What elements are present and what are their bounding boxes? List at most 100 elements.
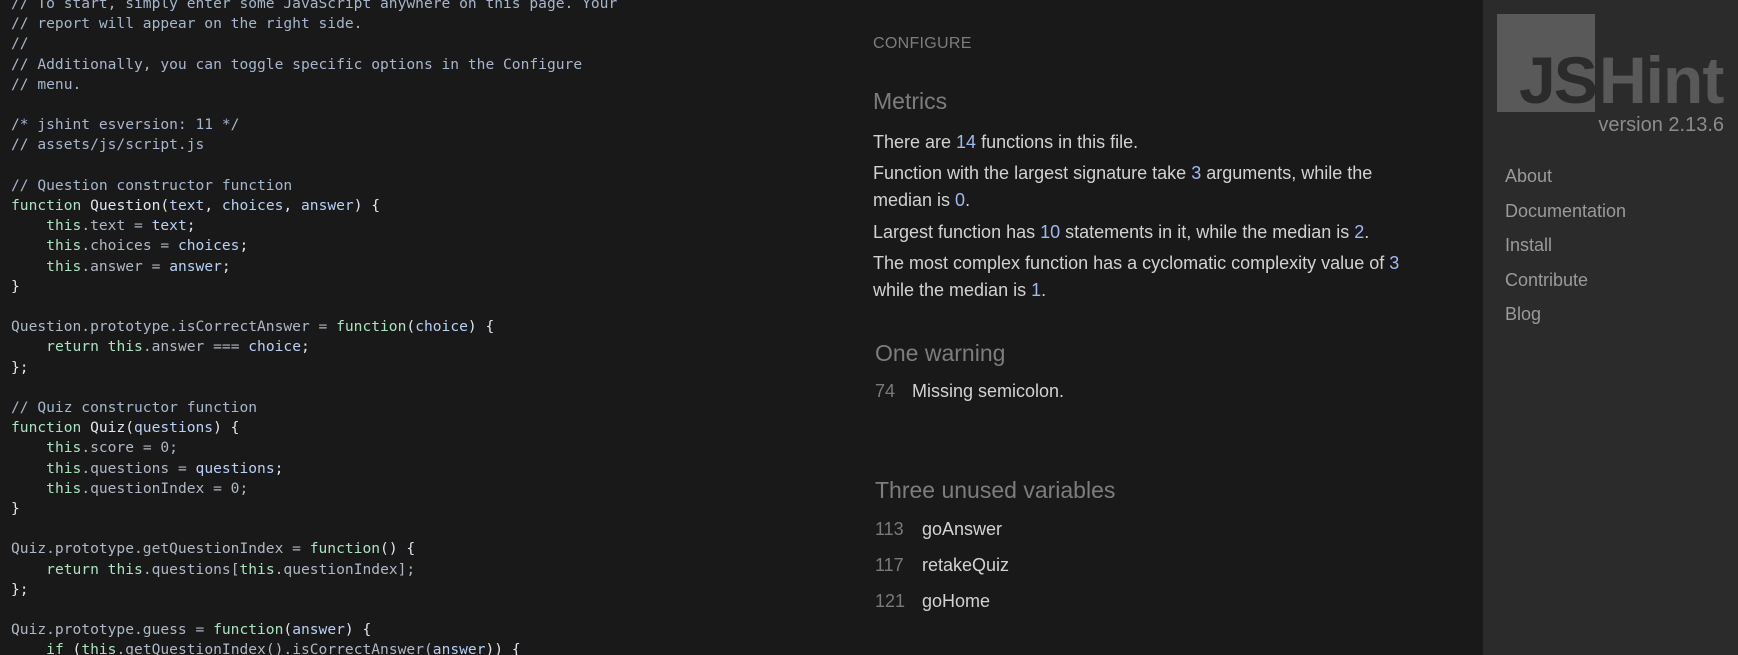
code-line: /* jshint esversion: 11 */ — [11, 115, 239, 135]
metrics-heading: Metrics — [873, 88, 948, 114]
code-line: } — [11, 277, 20, 297]
code-token: function — [336, 318, 407, 336]
code-line: this.answer = answer; — [11, 257, 231, 277]
unused-variable-name: goHome — [922, 591, 991, 611]
code-token: function — [213, 621, 284, 639]
code-line: // Quiz constructor function — [11, 398, 257, 418]
metrics-text: The most complex function has a cyclomat… — [873, 253, 1390, 273]
code-token: .questions = — [81, 459, 196, 477]
code-line: Question.prototype.isCorrectAnswer = fun… — [11, 317, 494, 337]
code-editor[interactable]: // To start, simply enter some JavaScrip… — [0, 0, 858, 655]
code-token: .questions[ — [142, 560, 240, 578]
code-token: questions — [195, 459, 275, 477]
code-line: // Additionally, you can toggle specific… — [11, 55, 582, 75]
code-token: ) { — [353, 197, 381, 214]
code-token: answer — [169, 257, 222, 275]
metrics-text: . — [1041, 280, 1047, 300]
code-token: // menu. — [11, 75, 82, 93]
code-token: .answer = — [81, 257, 170, 275]
unused-line-number[interactable]: 117 — [875, 555, 904, 576]
code-token: this — [107, 560, 143, 578]
code-token: Quiz( — [81, 419, 135, 437]
code-token: // Question constructor function — [11, 176, 293, 194]
code-token: choice — [248, 338, 301, 356]
nav-documentation[interactable]: Documentation — [1505, 201, 1626, 222]
metrics-complexity: The most complex function has a cyclomat… — [873, 250, 1403, 304]
code-token: ) { — [213, 419, 240, 437]
code-line: return this.questions[this.questionIndex… — [11, 560, 415, 580]
unused-variable-name: retakeQuiz — [922, 555, 1010, 575]
code-token: questions — [134, 419, 214, 437]
unused-line-number[interactable]: 121 — [875, 591, 905, 612]
code-line: // — [11, 34, 29, 54]
code-token: function — [11, 419, 82, 437]
nav-about[interactable]: About — [1505, 166, 1552, 187]
code-token: .questionIndex]; — [274, 560, 416, 578]
metrics-signature: Function with the largest signature take… — [873, 160, 1433, 214]
code-line: Quiz.prototype.getQuestionIndex = functi… — [11, 539, 415, 559]
unused-line-number[interactable]: 113 — [875, 519, 904, 540]
code-token: Question.prototype.isCorrectAnswer = — [11, 318, 337, 336]
code-token: // Quiz constructor function — [11, 399, 258, 416]
code-token: ; — [274, 459, 284, 477]
code-line: this.questionIndex = 0; — [11, 479, 248, 499]
code-token: .score = 0; — [81, 439, 178, 457]
code-token: return — [46, 338, 99, 356]
code-line: return this.answer === choice; — [11, 337, 310, 357]
metrics-text: functions in this file. — [976, 132, 1139, 152]
code-token: ; — [239, 237, 249, 255]
version-label: version 2.13.6 — [1598, 114, 1724, 136]
nav-blog[interactable]: Blog — [1505, 304, 1541, 325]
code-token: this — [46, 439, 82, 457]
code-line: this.questions = questions; — [11, 459, 283, 479]
code-token: .choices = — [81, 237, 178, 255]
code-line: // assets/js/script.js — [11, 135, 204, 155]
code-token: , — [204, 197, 222, 214]
report-panel: CONFIGURE Metrics There are 14 functions… — [858, 0, 1483, 655]
jshint-logo[interactable]: JS Hint — [1497, 14, 1725, 117]
metrics-text: . — [1364, 222, 1370, 242]
code-token: () { — [380, 540, 416, 558]
code-token: .getQuestionIndex().isCorrectAnswer( — [116, 641, 433, 655]
jshint-logo-icon: JS Hint — [1519, 43, 1725, 117]
code-token: this — [46, 237, 82, 255]
code-token: this — [46, 459, 82, 477]
metrics-function-count: There are 14 functions in this file. — [873, 129, 1433, 156]
unused-variables-heading: Three unused variables — [875, 477, 1116, 503]
code-token: function — [309, 540, 381, 558]
code-token: choice — [415, 318, 468, 336]
code-line: // Question constructor function — [11, 176, 292, 196]
code-line: // To start, simply enter some JavaScrip… — [11, 0, 617, 14]
code-token: // report will appear on the right side. — [11, 15, 363, 33]
code-line: }; — [11, 358, 29, 378]
nav-contribute[interactable]: Contribute — [1505, 270, 1588, 291]
sidebar: JS Hint version 2.13.6 About Documentati… — [1483, 0, 1738, 655]
code-token: )) { — [485, 641, 521, 655]
svg-text:Hint: Hint — [1599, 43, 1724, 117]
warning-line-number[interactable]: 74 — [875, 381, 895, 402]
warnings-heading: One warning — [875, 340, 1006, 366]
metrics-text: statements in it, while the median is — [1060, 222, 1355, 242]
code-token: ( — [406, 318, 416, 336]
code-token: text — [169, 197, 205, 214]
configure-link[interactable]: CONFIGURE — [873, 35, 972, 53]
function-count-value: 14 — [956, 132, 977, 152]
code-token: ; — [186, 217, 196, 235]
statements-median-value: 2 — [1354, 222, 1365, 242]
code-token: // — [11, 35, 29, 53]
code-token: answer — [292, 621, 345, 639]
code-token: Question( — [81, 197, 170, 214]
nav-install[interactable]: Install — [1505, 235, 1552, 256]
code-token: ( — [283, 621, 293, 639]
metrics-text: Function with the largest signature take — [873, 163, 1192, 183]
code-line: function Question(text, choices, answer)… — [11, 196, 380, 216]
svg-text:JS: JS — [1519, 43, 1596, 117]
code-token: }; — [11, 580, 29, 598]
signature-median-value: 0 — [955, 190, 966, 210]
code-token: ) { — [344, 621, 372, 639]
code-line: function Quiz(questions) { — [11, 418, 239, 438]
